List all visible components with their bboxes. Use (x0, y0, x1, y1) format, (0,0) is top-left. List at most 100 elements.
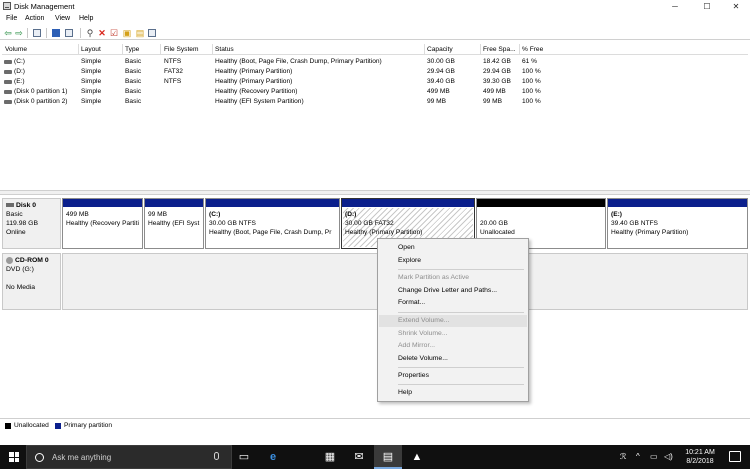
cell-layout: Simple (81, 68, 102, 75)
partition-label: (E:) (611, 211, 622, 218)
view-icon[interactable] (148, 29, 156, 37)
column-header-capacity[interactable]: Capacity (427, 46, 453, 53)
menu-open[interactable]: Open (379, 242, 527, 254)
cell-type: Basic (125, 88, 142, 95)
cell-capacity: 499 MB (427, 88, 450, 95)
table-row[interactable]: (Disk 0 partition 1) Simple Basic Health… (2, 87, 748, 97)
table-row[interactable]: (D:) Simple Basic FAT32 Healthy (Primary… (2, 67, 748, 77)
menu-help-item[interactable]: Help (379, 387, 527, 399)
menu-separator (398, 269, 524, 270)
store-icon[interactable]: ▦ (316, 445, 344, 469)
connect-icon[interactable]: ⚲ (85, 28, 95, 38)
disk-status: Online (6, 229, 26, 236)
cell-status: Healthy (EFI System Partition) (215, 98, 304, 105)
menu-separator (398, 312, 524, 313)
windows-logo-icon (9, 452, 19, 462)
table-row[interactable]: (C:) Simple Basic NTFS Healthy (Boot, Pa… (2, 57, 748, 67)
menu-explore[interactable]: Explore (379, 255, 527, 267)
notification-icon[interactable] (729, 451, 741, 462)
cell-volume: (C:) (14, 58, 25, 65)
open-icon[interactable]: ▤ (135, 28, 145, 38)
column-header-status[interactable]: Status (215, 46, 234, 53)
properties-icon[interactable] (65, 29, 73, 37)
mail-icon[interactable]: ✉ (345, 445, 373, 469)
clock[interactable]: 10:21 AM 8/2/2018 (677, 448, 723, 466)
network-icon[interactable]: ▭ (650, 452, 658, 461)
cell-volume: (Disk 0 partition 1) (14, 88, 68, 95)
column-divider[interactable] (78, 44, 79, 55)
cell-layout: Simple (81, 98, 102, 105)
microphone-icon[interactable] (214, 452, 219, 460)
disk-management-taskbar-icon[interactable]: ▤ (374, 445, 402, 469)
close-button[interactable]: ✕ (721, 0, 750, 13)
check-icon[interactable]: ☑ (109, 28, 119, 38)
volume-list: Volume Layout Type File System Status Ca… (2, 44, 750, 190)
forward-arrow-icon[interactable]: ⇨ (14, 28, 24, 38)
back-arrow-icon[interactable]: ⇦ (3, 28, 13, 38)
menu-delete-volume[interactable]: Delete Volume... (379, 353, 527, 365)
column-header-layout[interactable]: Layout (81, 46, 101, 53)
cell-status: Healthy (Recovery Partition) (215, 88, 298, 95)
column-divider[interactable] (212, 44, 213, 55)
partition-status: Healthy (Primary Partition) (345, 229, 423, 236)
minimize-button[interactable]: ─ (660, 0, 690, 13)
column-header-file-system[interactable]: File System (164, 46, 198, 53)
maximize-button[interactable]: ☐ (692, 0, 722, 13)
task-view-icon[interactable]: ▭ (230, 445, 258, 469)
people-icon[interactable]: ℛ (620, 452, 626, 461)
column-header-type[interactable]: Type (125, 46, 139, 53)
chevron-up-icon[interactable]: ^ (636, 452, 640, 461)
partition-size: 99 MB (148, 211, 168, 218)
menu-shrink-volume[interactable]: Shrink Volume... (379, 328, 527, 340)
cell-type: Basic (125, 68, 142, 75)
search-input[interactable]: Ask me anything (26, 445, 232, 469)
help-icon[interactable] (52, 29, 60, 37)
menu-view[interactable]: View (55, 15, 70, 22)
cell-capacity: 99 MB (427, 98, 447, 105)
column-divider[interactable] (424, 44, 425, 55)
disk-management-app-icon (3, 2, 11, 10)
taskbar: Ask me anything ▭ e ▦ ✉ ▤ ▲ ℛ ^ ▭ ◁) 10:… (0, 445, 750, 469)
disk-0-label[interactable]: Disk 0 Basic 119.98 GB Online (2, 198, 61, 249)
cdrom-0-label[interactable]: CD-ROM 0 DVD (G:) No Media (2, 253, 61, 310)
column-header-percent-free[interactable]: % Free (522, 46, 543, 53)
partition-c[interactable]: (C:) 30.00 GB NTFS Healthy (Boot, Page F… (205, 198, 340, 249)
column-divider[interactable] (122, 44, 123, 55)
app-taskbar-icon[interactable]: ▲ (403, 445, 431, 469)
menu-help[interactable]: Help (79, 15, 93, 22)
menu-mark-active[interactable]: Mark Partition as Active (379, 272, 527, 284)
column-header-free-space[interactable]: Free Spa... (483, 46, 516, 53)
legend-swatch-primary (55, 423, 61, 429)
disk-type: DVD (G:) (6, 266, 34, 273)
column-divider[interactable] (160, 44, 161, 55)
menu-properties[interactable]: Properties (379, 370, 527, 382)
start-button[interactable] (0, 445, 26, 469)
menu-extend-volume[interactable]: Extend Volume... (379, 315, 527, 327)
partition-e[interactable]: (E:) 39.40 GB NTFS Healthy (Primary Part… (607, 198, 748, 249)
table-row[interactable]: (E:) Simple Basic NTFS Healthy (Primary … (2, 77, 748, 87)
table-row[interactable]: (Disk 0 partition 2) Simple Basic Health… (2, 97, 748, 107)
cell-percent-free: 100 % (522, 98, 541, 105)
menu-file[interactable]: File (6, 15, 17, 22)
title-bar: Disk Management ─ ☐ ✕ (0, 0, 750, 13)
cell-layout: Simple (81, 58, 102, 65)
partition-efi[interactable]: 99 MB Healthy (EFI Syst (144, 198, 204, 249)
column-divider[interactable] (519, 44, 520, 55)
disk-management-window: Disk Management ─ ☐ ✕ File Action View H… (0, 0, 750, 440)
partition-recovery[interactable]: 499 MB Healthy (Recovery Partiti (62, 198, 143, 249)
delete-icon[interactable]: ✕ (97, 28, 107, 38)
edge-icon[interactable]: e (259, 445, 287, 469)
console-tree-icon[interactable] (33, 29, 41, 37)
column-header-volume[interactable]: Volume (5, 46, 27, 53)
legend-swatch-unallocated (5, 423, 11, 429)
disk-graphical-view: Disk 0 Basic 119.98 GB Online 499 MB Hea… (0, 195, 750, 415)
menu-add-mirror[interactable]: Add Mirror... (379, 340, 527, 352)
menu-change-drive-letter[interactable]: Change Drive Letter and Paths... (379, 285, 527, 297)
volume-icon[interactable]: ◁) (664, 452, 673, 461)
new-icon[interactable]: ▣ (122, 28, 132, 38)
menu-format[interactable]: Format... (379, 297, 527, 309)
legend-label-primary: Primary partition (64, 422, 113, 429)
partition-status: Healthy (Primary Partition) (611, 229, 689, 236)
menu-action[interactable]: Action (25, 15, 44, 22)
column-divider[interactable] (480, 44, 481, 55)
